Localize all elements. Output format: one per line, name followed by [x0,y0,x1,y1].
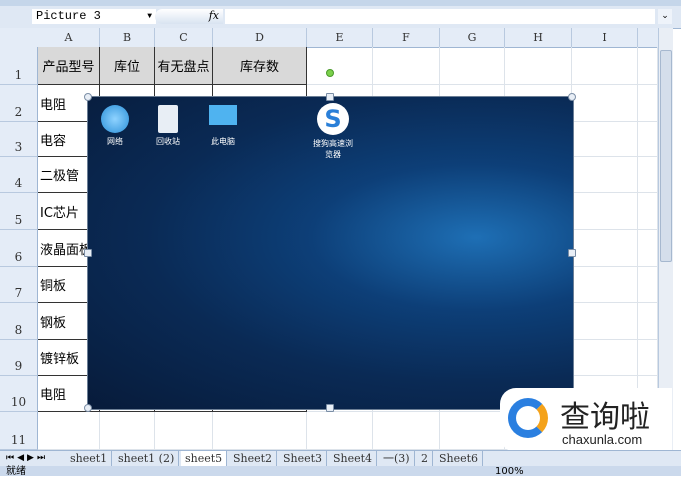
recycle-bin-icon: 回收站 [138,105,198,147]
cell[interactable] [307,412,373,450]
cell[interactable] [572,85,638,122]
name-box[interactable]: Picture 3 ▼ [32,9,156,24]
row-header[interactable]: 3 [0,122,38,157]
name-box-value: Picture 3 [36,9,101,23]
resize-handle[interactable] [326,93,334,101]
row-header[interactable]: 4 [0,157,38,193]
cell[interactable] [440,47,505,85]
cell[interactable] [572,340,638,376]
sheet-tab[interactable]: Sheet6 [435,451,484,466]
resize-handle[interactable] [84,249,92,257]
cell[interactable] [638,122,658,157]
cell[interactable] [572,47,638,85]
cell[interactable] [373,412,440,450]
row-header[interactable]: 6 [0,230,38,267]
sheet-tab[interactable]: Sheet3 [279,451,328,466]
table-header-cell[interactable]: 产品型号 [38,47,100,85]
row-header[interactable]: 9 [0,340,38,376]
icon-label: 网络 [107,137,123,146]
sheet-tab[interactable]: sheet1 [66,451,113,466]
status-bar: 就绪 100% [0,466,681,478]
insert-function-button[interactable]: fx [155,9,223,24]
table-header-cell[interactable]: 库存数 [213,47,307,85]
cell[interactable] [213,412,307,450]
table-header-cell[interactable]: 有无盘点 [155,47,213,85]
column-header[interactable]: D [213,28,307,47]
resize-handle[interactable] [84,404,92,412]
row-header[interactable]: 11 [0,412,38,450]
row-header[interactable]: 10 [0,376,38,412]
watermark-logo: 查询啦 chaxunla.com [500,388,672,452]
sheet-tab[interactable]: sheet1 (2) [114,451,180,466]
sheet-tab[interactable]: 一(3) [379,451,415,466]
cell[interactable] [638,193,658,230]
cell[interactable] [155,412,213,450]
zoom-level[interactable]: 100% [495,466,524,478]
resize-handle[interactable] [568,93,576,101]
desktop-screenshot-picture[interactable]: 网络 回收站 此电脑 S 搜狗高速浏览器 [84,69,576,412]
status-text: 就绪 [6,466,26,477]
table-header-cell[interactable]: 库位 [100,47,155,85]
column-headers: ABCDEFGHI [0,28,658,48]
sheet-tab[interactable]: Sheet4 [329,451,378,466]
watermark-domain: chaxunla.com [562,432,643,447]
cell[interactable] [100,412,155,450]
sheet-tab[interactable]: sheet5 [181,451,228,466]
cell[interactable] [440,412,505,450]
cell[interactable] [572,157,638,193]
cell[interactable] [638,157,658,193]
column-header[interactable]: I [572,28,638,47]
sheet-tab[interactable]: 2 [417,451,433,466]
icon-label: 搜狗高速浏览器 [313,139,353,159]
row-header[interactable]: 5 [0,193,38,230]
cell[interactable] [572,303,638,340]
cell[interactable] [638,85,658,122]
cell[interactable] [572,122,638,157]
cell[interactable] [638,303,658,340]
rotate-handle[interactable] [326,69,334,77]
resize-handle[interactable] [568,249,576,257]
row-header[interactable]: 1 [0,47,38,85]
logo-q-icon [508,398,548,438]
column-header[interactable]: A [38,28,100,47]
expand-formula-bar-icon[interactable]: ⌄ [658,9,672,24]
cell[interactable] [572,267,638,303]
column-header[interactable]: H [505,28,572,47]
scrollbar-thumb[interactable] [660,50,672,262]
cell[interactable] [373,47,440,85]
network-icon: 网络 [85,105,145,147]
column-header[interactable]: F [373,28,440,47]
icon-label: 此电脑 [211,137,235,146]
sheet-nav-arrows[interactable]: ⏮◀▶⏭ [6,451,48,466]
cell[interactable] [572,193,638,230]
row-header[interactable]: 8 [0,303,38,340]
formula-bar: Picture 3 ▼ fx ⌄ [0,6,681,29]
icon-label: 回收站 [156,137,180,146]
column-header[interactable]: E [307,28,373,47]
row-header[interactable]: 7 [0,267,38,303]
cell[interactable] [638,340,658,376]
sogou-browser-icon: S 搜狗高速浏览器 [313,103,353,159]
cell[interactable] [307,47,373,85]
column-header[interactable]: G [440,28,505,47]
sheet-tab-bar: ⏮◀▶⏭ sheet1 sheet1 (2) sheet5 Sheet2 Sheet3 S… [0,450,681,467]
cell[interactable] [38,412,100,450]
cell[interactable] [572,230,638,267]
computer-icon: 此电脑 [193,105,253,147]
watermark-brand: 查询啦 [560,400,650,435]
dropdown-icon[interactable]: ▼ [147,9,152,24]
cell[interactable] [638,230,658,267]
column-header[interactable]: C [155,28,213,47]
row-header[interactable]: 2 [0,85,38,122]
column-header[interactable]: B [100,28,155,47]
resize-handle[interactable] [326,404,334,412]
sheet-tab[interactable]: Sheet2 [229,451,278,466]
formula-input[interactable] [225,9,655,24]
resize-handle[interactable] [84,93,92,101]
cell[interactable] [638,47,658,85]
cell[interactable] [505,47,572,85]
cell[interactable] [638,267,658,303]
